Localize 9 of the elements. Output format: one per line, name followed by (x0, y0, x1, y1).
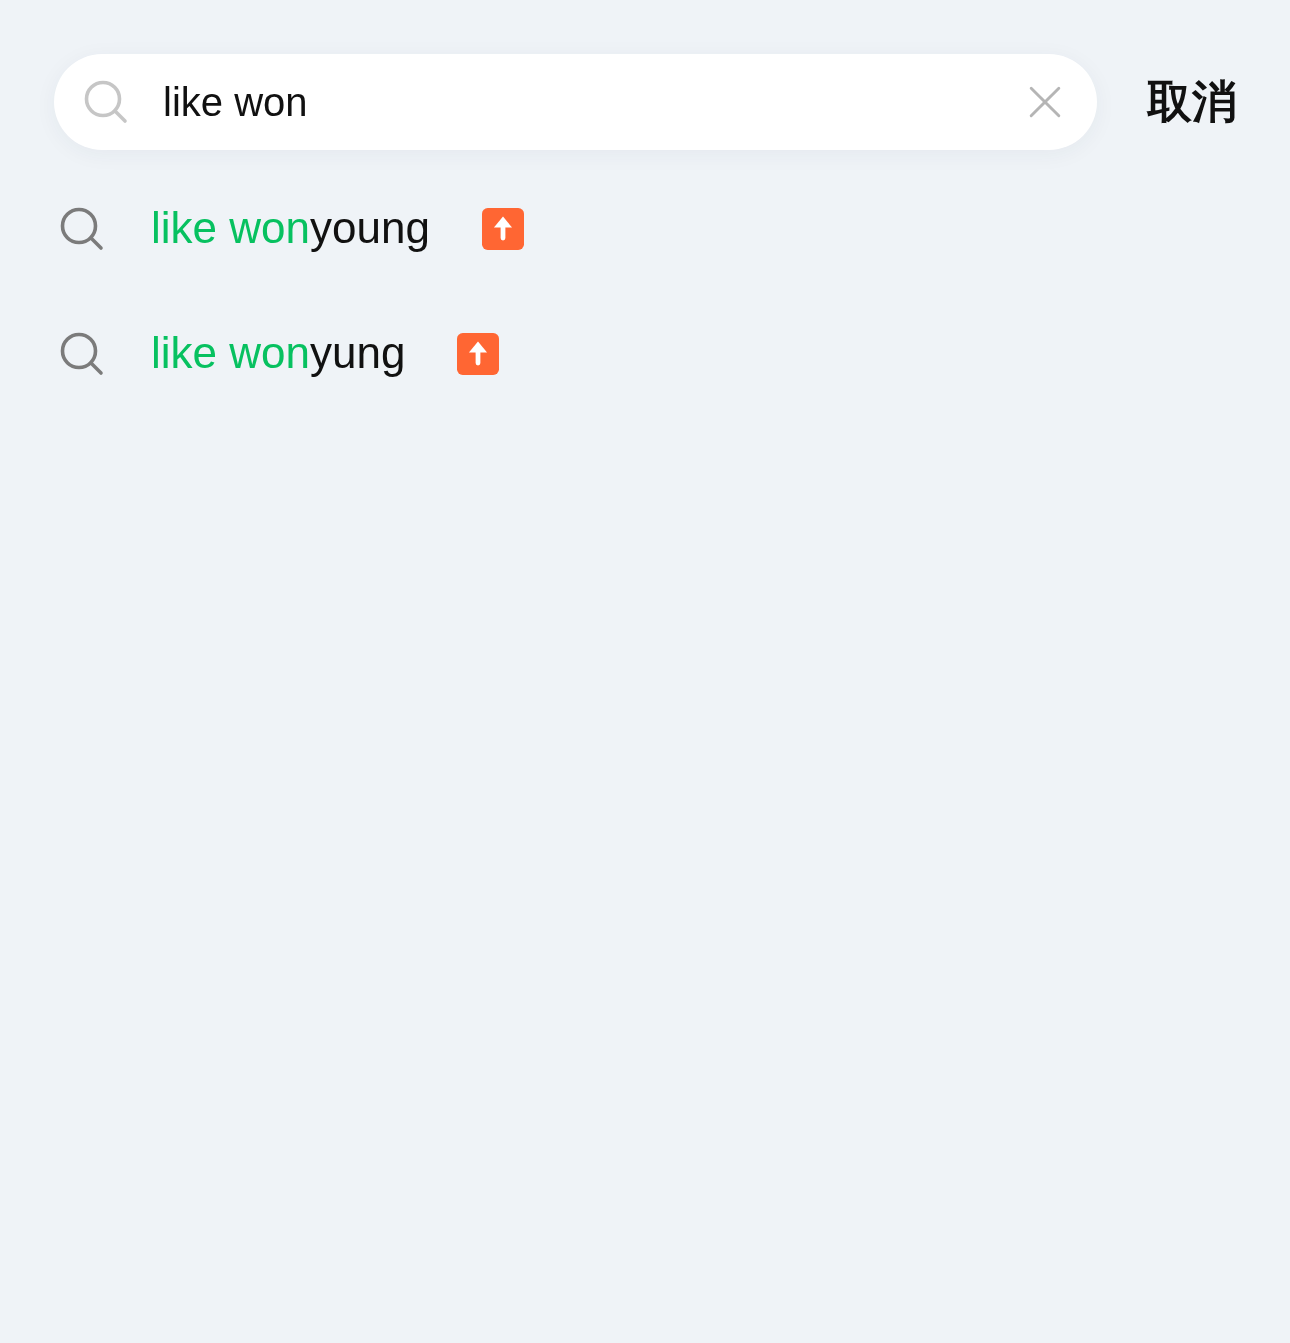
cancel-button[interactable]: 取消 (1147, 76, 1237, 128)
search-icon (60, 206, 104, 251)
search-icon (84, 80, 128, 124)
search-input[interactable]: like won (163, 72, 1029, 132)
clear-icon[interactable] (1029, 86, 1061, 118)
suggestion-text[interactable]: like wonyoung (151, 202, 430, 255)
suggestion-text[interactable]: like wonyung (151, 327, 406, 380)
search-field[interactable]: like won (54, 54, 1097, 150)
search-icon (60, 331, 104, 376)
